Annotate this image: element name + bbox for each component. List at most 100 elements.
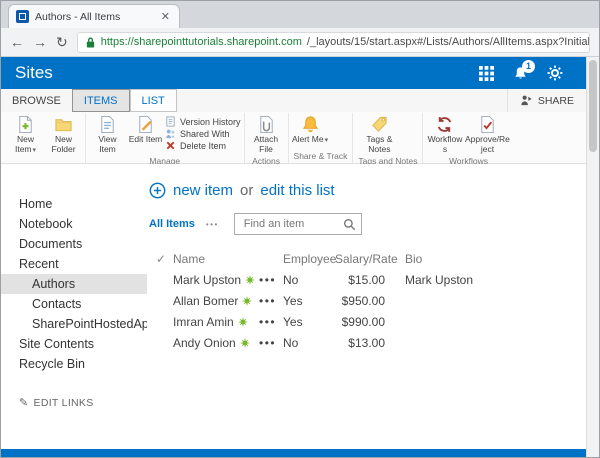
scrollbar-thumb[interactable] <box>589 60 597 152</box>
plus-circle-icon[interactable] <box>149 182 166 199</box>
search-input[interactable] <box>242 217 343 231</box>
back-icon[interactable]: ← <box>10 35 24 49</box>
view-item-icon <box>98 115 117 134</box>
new-item-badge-icon <box>238 317 248 327</box>
item-name: Allan Bomer <box>173 294 238 308</box>
search-box <box>234 213 362 235</box>
pencil-icon: ✎ <box>19 396 29 409</box>
shared-with-label: Shared With <box>180 129 230 139</box>
delete-item-icon <box>165 140 176 151</box>
column-header-bio[interactable]: Bio <box>391 248 586 269</box>
tab-items[interactable]: ITEMS <box>72 89 130 112</box>
secure-lock-icon <box>85 36 96 49</box>
tab-browse[interactable]: BROWSE <box>1 89 72 112</box>
delete-item-button[interactable]: Delete Item <box>165 140 241 151</box>
view-item-button[interactable]: View Item <box>89 113 126 155</box>
url-path: /_layouts/15/start.aspx#/Lists/Authors/A… <box>307 36 590 48</box>
new-item-badge-icon <box>240 338 250 348</box>
share-person-icon <box>520 94 533 107</box>
item-menu-ellipsis[interactable]: ••• <box>259 311 283 332</box>
item-name-link[interactable]: Mark Upston <box>173 269 259 290</box>
item-name-link[interactable]: Andy Onion <box>173 332 259 353</box>
edit-links-label: EDIT LINKS <box>34 397 94 409</box>
sidebar-item-notebook[interactable]: Notebook <box>1 214 147 234</box>
row-checkbox[interactable] <box>149 311 173 332</box>
row-checkbox[interactable] <box>149 290 173 311</box>
sidebar-item-contacts[interactable]: Contacts <box>1 294 147 314</box>
edit-list-link[interactable]: edit this list <box>260 182 334 199</box>
column-header-employee[interactable]: Employee <box>283 248 333 269</box>
attach-file-icon <box>257 115 276 134</box>
new-item-button[interactable]: New Item▾ <box>7 113 44 155</box>
tags-notes-icon <box>370 115 389 134</box>
browser-window: Authors - All Items ✕ ← → ↻ https://shar… <box>0 0 600 458</box>
tab-close-icon[interactable]: ✕ <box>159 10 172 23</box>
edit-item-label: Edit Item <box>129 135 163 145</box>
new-item-badge-icon <box>242 296 252 306</box>
sidebar-item-site-contents[interactable]: Site Contents <box>1 334 147 354</box>
column-header-name[interactable]: Name <box>173 248 259 269</box>
view-all-items-link[interactable]: All Items <box>149 218 195 230</box>
sidebar-item-recycle-bin[interactable]: Recycle Bin <box>1 354 147 374</box>
row-checkbox[interactable] <box>149 269 173 290</box>
notification-badge: 1 <box>522 60 535 73</box>
suite-title: Sites <box>15 63 53 83</box>
approve-reject-button[interactable]: Approve/Reject <box>464 113 510 155</box>
alert-me-label: Alert Me <box>292 134 324 144</box>
sidebar-item-authors[interactable]: Authors <box>1 274 147 294</box>
column-header-salary[interactable]: Salary/Rate <box>333 248 391 269</box>
workflows-icon <box>435 115 454 134</box>
attach-file-button[interactable]: Attach File <box>248 113 285 155</box>
approve-reject-icon <box>478 115 497 134</box>
tags-notes-button[interactable]: Tags & Notes <box>356 113 402 155</box>
url-input[interactable]: https://sharepointtutorials.sharepoint.c… <box>77 32 590 53</box>
edit-item-icon <box>136 115 155 134</box>
item-menu-ellipsis[interactable]: ••• <box>259 269 283 290</box>
new-folder-button[interactable]: New Folder <box>45 113 82 155</box>
cell-salary: $950.00 <box>333 290 391 311</box>
cell-bio: Mark Upston <box>391 269 586 290</box>
delete-item-label: Delete Item <box>180 141 226 151</box>
vertical-scrollbar[interactable] <box>586 57 599 457</box>
ribbon-group-workflows: Workflows Approve/Reject Workflows <box>423 113 513 163</box>
item-menu-ellipsis[interactable]: ••• <box>259 332 283 353</box>
browser-tab[interactable]: Authors - All Items ✕ <box>8 4 180 28</box>
tags-notes-label: Tags & Notes <box>356 135 402 155</box>
row-checkbox[interactable] <box>149 332 173 353</box>
search-icon[interactable] <box>343 218 356 231</box>
new-item-link[interactable]: new item <box>173 182 233 199</box>
address-bar: ← → ↻ https://sharepointtutorials.sharep… <box>1 28 599 57</box>
tab-list[interactable]: LIST <box>130 89 177 112</box>
refresh-icon[interactable]: ↻ <box>56 35 68 49</box>
item-menu-ellipsis[interactable]: ••• <box>259 290 283 311</box>
view-ellipsis[interactable]: ••• <box>206 220 219 229</box>
alert-me-button[interactable]: Alert Me▾ <box>292 113 329 145</box>
ribbon-group-label-share-track: Share & Track <box>292 150 350 163</box>
item-name-link[interactable]: Allan Bomer <box>173 290 259 311</box>
shared-with-button[interactable]: Shared With <box>165 128 241 139</box>
share-button[interactable]: SHARE <box>507 89 586 112</box>
attach-file-label: Attach File <box>248 135 285 155</box>
app-launcher-button[interactable] <box>479 66 494 81</box>
edit-links-button[interactable]: ✎ EDIT LINKS <box>1 396 147 409</box>
item-name: Mark Upston <box>173 273 241 287</box>
ribbon-tab-strip: BROWSE ITEMS LIST SHARE <box>1 89 586 112</box>
ribbon-group-manage: View Item Edit Item Version <box>86 113 245 163</box>
cell-salary: $990.00 <box>333 311 391 332</box>
sidebar-item-recent[interactable]: Recent <box>1 254 147 274</box>
item-name-link[interactable]: Imran Amin <box>173 311 259 332</box>
sidebar-item-documents[interactable]: Documents <box>1 234 147 254</box>
forward-icon[interactable]: → <box>33 35 47 49</box>
suite-bar: Sites 1 <box>1 57 599 89</box>
notifications-button[interactable]: 1 <box>513 66 528 81</box>
settings-button[interactable] <box>547 65 563 81</box>
browser-tab-bar: Authors - All Items ✕ <box>1 1 599 28</box>
suite-icons: 1 <box>479 65 585 81</box>
version-history-button[interactable]: Version History <box>165 116 241 127</box>
ribbon-group-label-new <box>7 160 82 163</box>
edit-item-button[interactable]: Edit Item <box>127 113 164 145</box>
sidebar-item-sharepointhostedapp[interactable]: SharePointHostedApp <box>1 314 147 334</box>
select-all-checkbox[interactable]: ✓ <box>149 248 173 269</box>
sidebar-item-home[interactable]: Home <box>1 194 147 214</box>
workflows-button[interactable]: Workflows <box>426 113 463 155</box>
